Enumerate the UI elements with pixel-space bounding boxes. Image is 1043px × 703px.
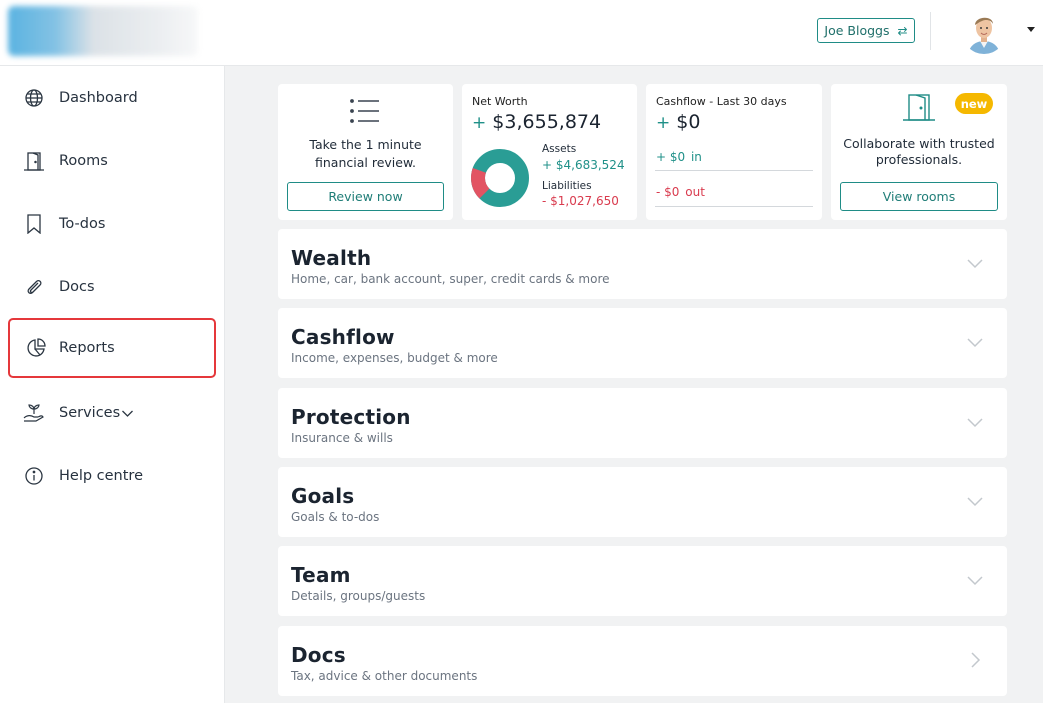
- section-cashflow[interactable]: Cashflow Income, expenses, budget & more: [278, 308, 1007, 378]
- sidebar-item-todos[interactable]: To-dos: [0, 204, 224, 244]
- sidebar-item-label: Help centre: [59, 468, 143, 484]
- section-title: Cashflow: [291, 325, 395, 349]
- user-name-label: Joe Bloggs: [824, 23, 890, 38]
- rooms-text: Collaborate with trusted professionals.: [843, 136, 995, 167]
- paperclip-icon: [22, 275, 46, 299]
- rooms-card: new Collaborate with trusted professiona…: [831, 84, 1007, 220]
- switch-user-button[interactable]: Joe Bloggs ⇄: [817, 18, 915, 43]
- sidebar-item-label: To-dos: [59, 216, 106, 232]
- door-icon: [22, 149, 46, 173]
- section-subtitle: Details, groups/guests: [291, 589, 426, 603]
- cashflow-out-row: - $0 out: [656, 185, 705, 199]
- cashflow-in-divider: [655, 170, 813, 171]
- section-title: Protection: [291, 405, 411, 429]
- section-subtitle: Home, car, bank account, super, credit c…: [291, 272, 610, 286]
- cashflow-in-row: + $0 in: [656, 150, 702, 164]
- section-docs[interactable]: Docs Tax, advice & other documents: [278, 626, 1007, 696]
- list-icon: [349, 98, 381, 128]
- net-worth-card[interactable]: Net Worth + $3,655,874 Assets + $4,683,5…: [462, 84, 637, 220]
- section-goals[interactable]: Goals Goals & to-dos: [278, 467, 1007, 537]
- info-icon: [22, 464, 46, 488]
- net-worth-sign: +: [472, 113, 487, 133]
- liabilities-label: Liabilities: [542, 180, 592, 192]
- sidebar-item-label: Services: [59, 405, 121, 421]
- sidebar-item-rooms[interactable]: Rooms: [0, 141, 224, 181]
- sidebar-item-docs[interactable]: Docs: [0, 267, 224, 307]
- chevron-down-icon: [967, 493, 983, 509]
- liabilities-value: - $1,027,650: [542, 194, 619, 208]
- top-header: Joe Bloggs ⇄: [0, 0, 1043, 66]
- sidebar-item-dashboard[interactable]: Dashboard: [0, 78, 224, 118]
- sidebar-item-services[interactable]: Services: [0, 393, 224, 433]
- cashflow-in-amount: + $0: [656, 150, 686, 164]
- swap-icon: ⇄: [897, 23, 908, 38]
- avatar[interactable]: [962, 10, 1006, 54]
- cashflow-out-word: out: [685, 185, 705, 199]
- chevron-down-icon: [967, 414, 983, 430]
- review-text: Take the 1 minute financial review.: [309, 137, 422, 170]
- chevron-right-icon: [967, 652, 983, 668]
- chevron-down-icon: [967, 255, 983, 271]
- section-subtitle: Goals & to-dos: [291, 510, 380, 524]
- section-title: Goals: [291, 484, 355, 508]
- bookmark-icon: [22, 212, 46, 236]
- pie-chart-icon: [24, 336, 48, 360]
- cashflow-value: $0: [676, 111, 701, 133]
- header-divider: [930, 12, 931, 50]
- section-subtitle: Insurance & wills: [291, 431, 393, 445]
- account-menu-caret-icon[interactable]: [1027, 27, 1035, 32]
- section-team[interactable]: Team Details, groups/guests: [278, 546, 1007, 616]
- cashflow-title: Cashflow - Last 30 days: [656, 95, 787, 108]
- chevron-down-icon: [121, 405, 134, 424]
- chevron-down-icon: [967, 334, 983, 350]
- sidebar-item-help-centre[interactable]: Help centre: [0, 456, 224, 496]
- sidebar-item-label: Reports: [59, 340, 115, 356]
- net-worth-value: $3,655,874: [492, 111, 602, 133]
- globe-icon: [22, 86, 46, 110]
- sidebar-item-label: Docs: [59, 279, 95, 295]
- sidebar-item-label: Dashboard: [59, 90, 138, 106]
- cashflow-out-amount: - $0: [656, 185, 680, 199]
- cashflow-out-divider: [655, 206, 813, 207]
- cashflow-card[interactable]: Cashflow - Last 30 days + $0 + $0 in - $…: [646, 84, 822, 220]
- cashflow-sign: +: [656, 113, 671, 133]
- sidebar: Dashboard Rooms To-dos Docs Reports Serv…: [0, 66, 225, 703]
- view-rooms-button[interactable]: View rooms: [840, 182, 998, 211]
- net-worth-value-row: + $3,655,874: [472, 111, 601, 133]
- section-title: Team: [291, 563, 351, 587]
- assets-label: Assets: [542, 143, 577, 155]
- new-badge: new: [955, 93, 993, 114]
- cashflow-value-row: + $0: [656, 111, 700, 133]
- section-title: Wealth: [291, 246, 372, 270]
- chevron-down-icon: [967, 572, 983, 588]
- hand-plant-icon: [22, 401, 46, 425]
- door-icon: [901, 92, 937, 126]
- sidebar-item-reports[interactable]: Reports: [8, 318, 216, 378]
- financial-review-card: Take the 1 minute financial review. Revi…: [278, 84, 453, 220]
- net-worth-title: Net Worth: [472, 95, 528, 108]
- section-subtitle: Tax, advice & other documents: [291, 669, 478, 683]
- net-worth-donut-chart: [469, 147, 531, 213]
- sidebar-item-label: Rooms: [59, 153, 108, 169]
- review-now-button[interactable]: Review now: [287, 182, 444, 211]
- assets-value: + $4,683,524: [542, 158, 625, 172]
- section-subtitle: Income, expenses, budget & more: [291, 351, 498, 365]
- cashflow-in-word: in: [690, 150, 702, 164]
- app-logo[interactable]: [8, 6, 198, 56]
- section-title: Docs: [291, 643, 346, 667]
- section-wealth[interactable]: Wealth Home, car, bank account, super, c…: [278, 229, 1007, 299]
- section-protection[interactable]: Protection Insurance & wills: [278, 388, 1007, 458]
